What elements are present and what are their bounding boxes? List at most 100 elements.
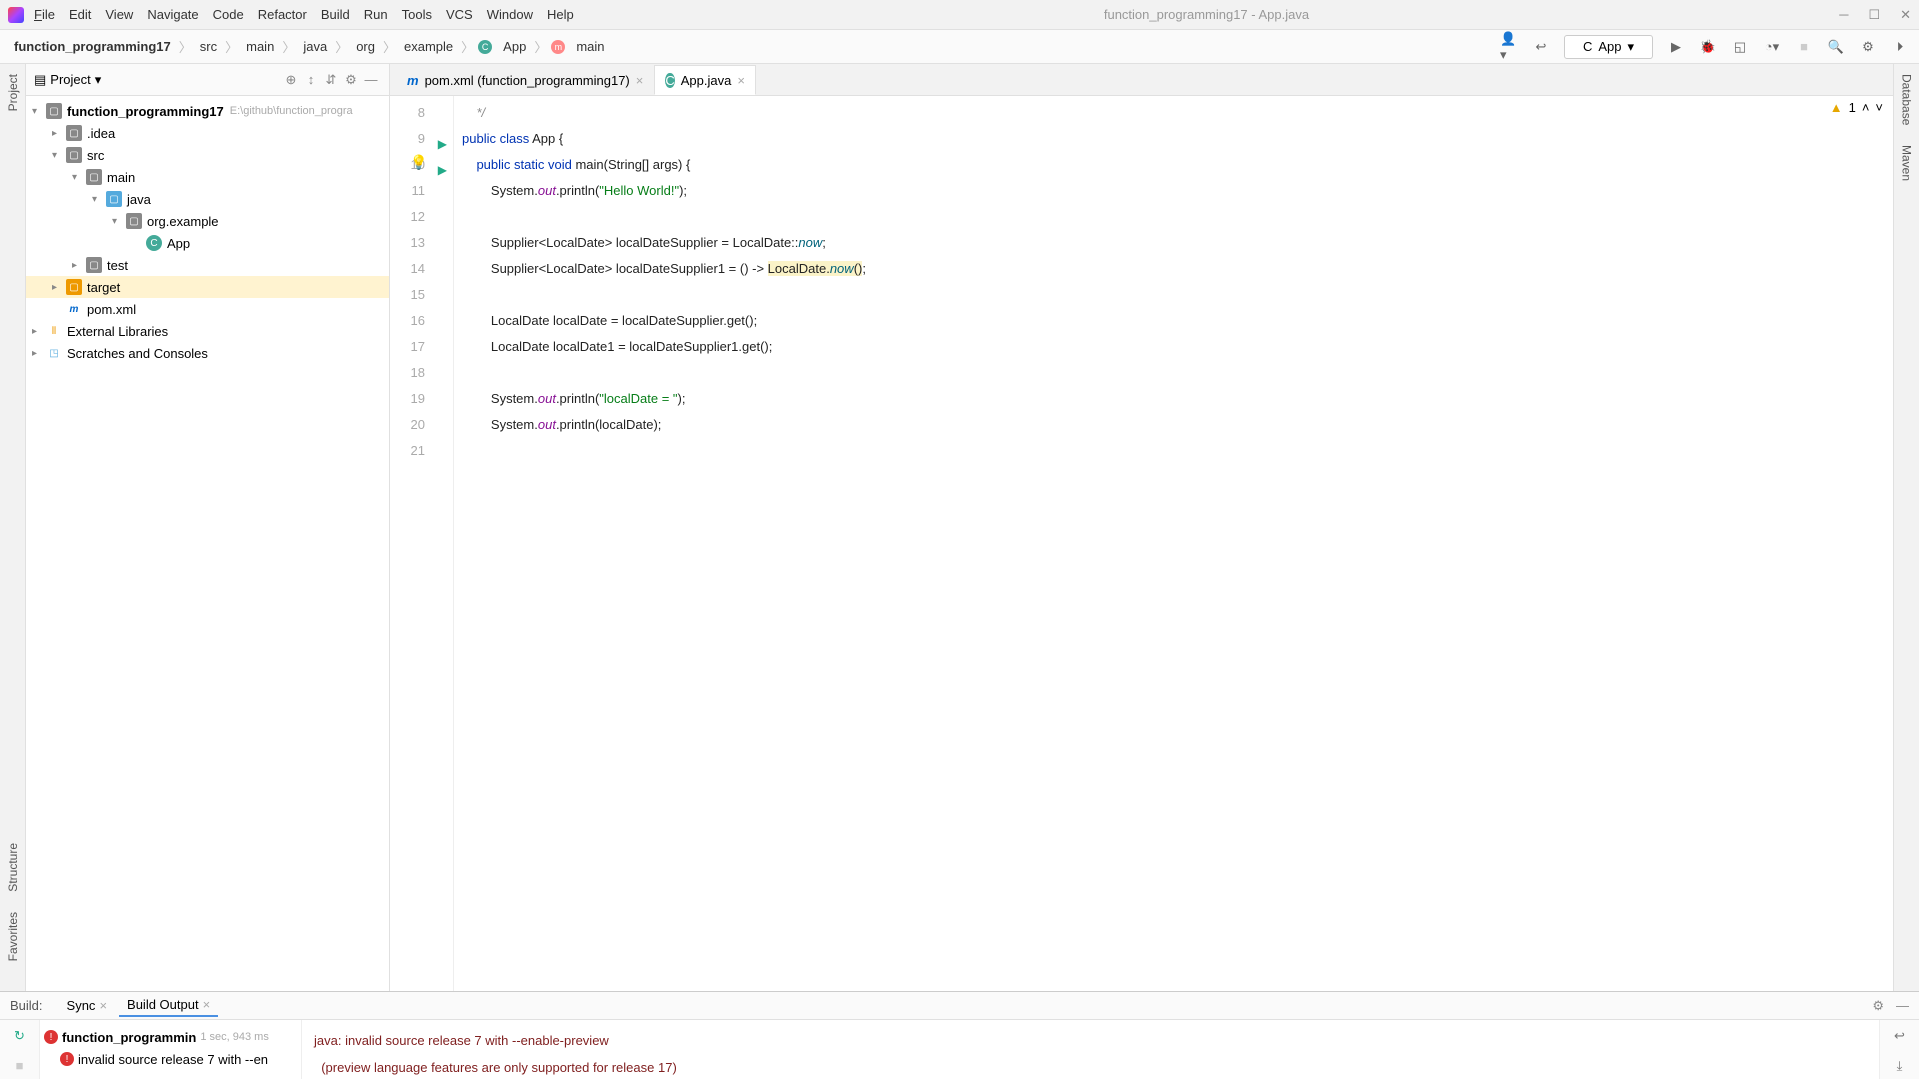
close-icon[interactable]: × — [737, 73, 745, 88]
hide-icon[interactable]: — — [361, 72, 381, 87]
build-output[interactable]: java: invalid source release 7 with --en… — [302, 1020, 1879, 1079]
play-last-icon[interactable]: ⏵ — [1891, 38, 1909, 56]
project-title[interactable]: Project — [50, 72, 90, 87]
close-icon[interactable]: ✕ — [1900, 7, 1911, 23]
gutter[interactable]: 8 9▶ 10▶ 11 12 13 14 15 16 17 18 19 20 2… — [390, 96, 454, 991]
project-view-icon: ▤ — [34, 72, 46, 88]
build-tab-output[interactable]: Build Output× — [119, 994, 218, 1017]
tree-target[interactable]: ▸▢target — [26, 276, 389, 298]
settings-icon[interactable]: ⚙ — [1859, 38, 1877, 56]
tool-project[interactable]: Project — [6, 74, 20, 111]
build-tree[interactable]: !function_programmin1 sec, 943 ms !inval… — [40, 1020, 302, 1079]
chevron-down-icon[interactable]: ˅ — [1875, 100, 1883, 115]
crumb-example[interactable]: example — [400, 37, 457, 56]
tool-database[interactable]: Database — [1900, 74, 1914, 125]
build-body: ↻ ■ 🔧 📌 👁 !function_programmin1 sec, 943… — [0, 1020, 1919, 1079]
tree-pom[interactable]: mpom.xml — [26, 298, 389, 320]
chevron-down-icon[interactable]: ▾ — [95, 72, 102, 88]
tree-app[interactable]: CApp — [26, 232, 389, 254]
tab-app[interactable]: C App.java × — [654, 65, 756, 95]
maximize-icon[interactable]: ☐ — [1868, 7, 1880, 23]
editor[interactable]: 8 9▶ 10▶ 11 12 13 14 15 16 17 18 19 20 2… — [390, 96, 1893, 991]
tree-root[interactable]: ▾▢function_programming17E:\github\functi… — [26, 100, 389, 122]
close-icon[interactable]: × — [99, 998, 107, 1013]
tool-maven[interactable]: Maven — [1900, 145, 1914, 181]
menu-tools[interactable]: Tools — [402, 7, 432, 22]
crumb-org[interactable]: org — [352, 37, 379, 56]
hide-icon[interactable]: — — [1896, 998, 1909, 1013]
user-icon[interactable]: 👤▾ — [1500, 38, 1518, 56]
expand-icon[interactable]: ↕ — [301, 72, 321, 87]
soft-wrap-icon[interactable]: ↩ — [1894, 1028, 1905, 1044]
tree-src[interactable]: ▾▢src — [26, 144, 389, 166]
close-icon[interactable]: × — [203, 997, 211, 1012]
tree-java[interactable]: ▾▢java — [26, 188, 389, 210]
scroll-end-icon[interactable]: ⤓ — [1897, 1058, 1903, 1074]
navigation-bar: function_programming17〉 src〉 main〉 java〉… — [0, 30, 1919, 64]
gear-icon[interactable]: ⚙ — [1872, 998, 1884, 1014]
intention-bulb-icon[interactable]: 💡 — [410, 154, 427, 171]
stop-icon[interactable]: ■ — [16, 1058, 24, 1073]
tree-main[interactable]: ▾▢main — [26, 166, 389, 188]
build-tab-sync[interactable]: Sync× — [59, 995, 116, 1016]
run-icon[interactable]: ▶ — [1667, 38, 1685, 56]
main-area: Project Structure Favorites ▤ Project ▾ … — [0, 64, 1919, 991]
editor-tabs: m pom.xml (function_programming17) × C A… — [390, 64, 1893, 96]
close-icon[interactable]: × — [636, 73, 644, 88]
tool-structure[interactable]: Structure — [6, 843, 20, 892]
menu-window[interactable]: Window — [487, 7, 533, 22]
profile-icon[interactable]: ◔▾ — [1763, 38, 1781, 56]
build-toolbar-right: ↩ ⤓ — [1879, 1020, 1919, 1079]
right-tool-stripe: Database Maven — [1893, 64, 1919, 991]
tab-pom[interactable]: m pom.xml (function_programming17) × — [396, 65, 654, 95]
stop-icon[interactable]: ■ — [1795, 38, 1813, 56]
inspector-widget[interactable]: ▲ 1 ˄ ˅ — [1830, 100, 1883, 115]
minimize-icon[interactable]: ─ — [1839, 7, 1848, 23]
menu-refactor[interactable]: Refactor — [258, 7, 307, 22]
class-icon: C — [478, 40, 492, 54]
tree-ext-lib[interactable]: ▸⫴External Libraries — [26, 320, 389, 342]
tree-idea[interactable]: ▸▢.idea — [26, 122, 389, 144]
run-config-name: App — [1598, 39, 1621, 54]
warning-count: 1 — [1849, 100, 1856, 115]
build-label: Build: — [10, 998, 43, 1013]
menu-navigate[interactable]: Navigate — [147, 7, 198, 22]
collapse-icon[interactable]: ⇵ — [321, 72, 341, 88]
search-icon[interactable]: 🔍 — [1827, 38, 1845, 56]
crumb-method[interactable]: main — [572, 37, 608, 56]
run-config-selector[interactable]: C App ▾ — [1564, 35, 1653, 59]
code-area[interactable]: */ public class App { public static void… — [454, 96, 1893, 991]
menu-help[interactable]: Help — [547, 7, 574, 22]
crumb-app[interactable]: App — [499, 37, 530, 56]
build-row-error[interactable]: !invalid source release 7 with --en — [44, 1048, 297, 1070]
tool-favorites[interactable]: Favorites — [6, 912, 20, 961]
locate-icon[interactable]: ⊕ — [281, 72, 301, 88]
menu-run[interactable]: Run — [364, 7, 388, 22]
tree-package[interactable]: ▾▢org.example — [26, 210, 389, 232]
project-panel: ▤ Project ▾ ⊕ ↕ ⇵ ⚙ — ▾▢function_program… — [26, 64, 390, 991]
menu-view[interactable]: View — [105, 7, 133, 22]
tree-test[interactable]: ▸▢test — [26, 254, 389, 276]
coverage-icon[interactable]: ◱ — [1731, 38, 1749, 56]
build-row-project[interactable]: !function_programmin1 sec, 943 ms — [44, 1026, 297, 1048]
menu-file[interactable]: FFileile — [34, 7, 55, 22]
title-bar: FFileile Edit View Navigate Code Refacto… — [0, 0, 1919, 30]
project-tree[interactable]: ▾▢function_programming17E:\github\functi… — [26, 96, 389, 991]
menu-edit[interactable]: Edit — [69, 7, 91, 22]
back-icon[interactable]: ↩ — [1532, 38, 1550, 56]
rerun-icon[interactable]: ↻ — [14, 1028, 25, 1044]
crumb-project[interactable]: function_programming17 — [10, 37, 175, 56]
error-icon: ! — [60, 1052, 74, 1066]
menu-code[interactable]: Code — [213, 7, 244, 22]
menu-build[interactable]: Build — [321, 7, 350, 22]
menu-vcs[interactable]: VCS — [446, 7, 473, 22]
crumb-java[interactable]: java — [299, 37, 331, 56]
gear-icon[interactable]: ⚙ — [341, 72, 361, 88]
crumb-main[interactable]: main — [242, 37, 278, 56]
main-menu: FFileile Edit View Navigate Code Refacto… — [34, 7, 574, 22]
chevron-up-icon[interactable]: ˄ — [1862, 100, 1870, 115]
error-icon: ! — [44, 1030, 58, 1044]
debug-icon[interactable]: 🐞 — [1699, 38, 1717, 56]
tree-scratch[interactable]: ▸◳Scratches and Consoles — [26, 342, 389, 364]
crumb-src[interactable]: src — [196, 37, 221, 56]
